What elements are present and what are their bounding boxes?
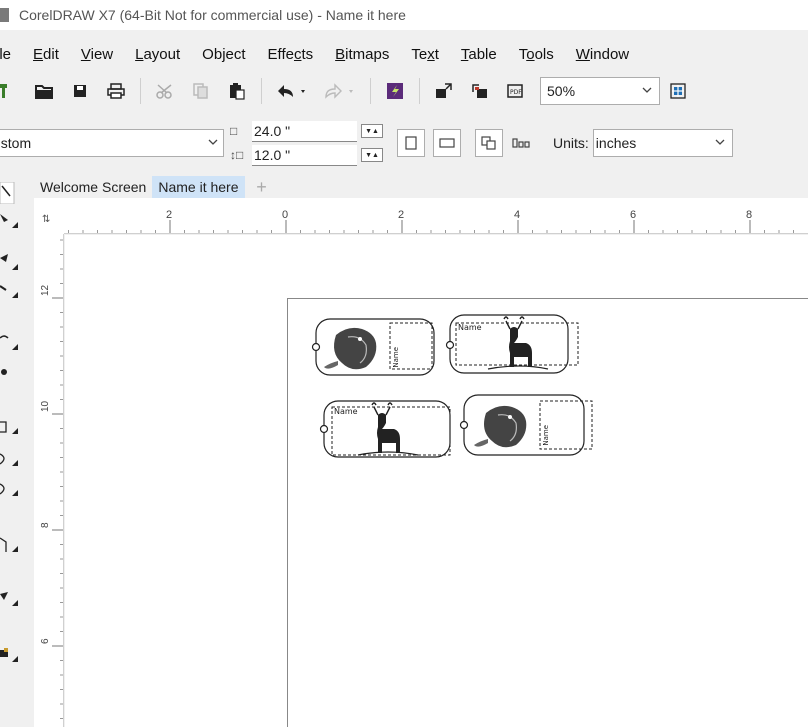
ruler-label: 6: [40, 638, 51, 644]
tag-name-text: Name: [334, 407, 358, 416]
landscape-orientation-button[interactable]: [433, 129, 461, 157]
freehand-tool-icon[interactable]: [0, 328, 34, 358]
open-icon[interactable]: [30, 77, 58, 105]
chevron-down-icon: [208, 139, 218, 145]
width-spinner[interactable]: ▼▲: [361, 124, 383, 138]
cut-icon[interactable]: [151, 77, 179, 105]
import-icon[interactable]: [430, 77, 458, 105]
toolbar-separator: [419, 78, 420, 104]
tag-shape[interactable]: Name: [314, 399, 454, 459]
rectangle-tool-icon[interactable]: [0, 412, 34, 442]
menu-item-edit[interactable]: Edit: [22, 46, 70, 63]
standard-toolbar: PDF 50%: [0, 72, 808, 110]
new-icon[interactable]: [0, 77, 22, 105]
ruler-label: 12: [40, 284, 51, 296]
window-title: CorelDRAW X7 (64-Bit Not for commercial …: [19, 7, 406, 23]
toolbox: [0, 172, 34, 727]
menu-item-tools[interactable]: Tools: [508, 46, 565, 63]
drawing-page: Name Name Name Name: [287, 298, 808, 727]
horizontal-ruler: 2 0 2 4 6 8: [34, 198, 808, 234]
current-page-size-icon[interactable]: [507, 129, 535, 157]
menu-item-effects[interactable]: Effects: [257, 46, 325, 63]
units-control: Units: inches: [553, 129, 733, 157]
zoom-tool-icon[interactable]: [0, 276, 34, 306]
units-label: Units:: [553, 135, 589, 151]
search-content-icon[interactable]: [381, 77, 409, 105]
ruler-label: 2: [398, 209, 404, 221]
drawing-canvas[interactable]: Name Name Name Name: [65, 235, 808, 727]
menu-item-ile[interactable]: ile: [0, 46, 22, 63]
menu-item-window[interactable]: Window: [565, 46, 640, 63]
paper-type-select[interactable]: ustom: [0, 129, 224, 157]
ruler-label: 10: [40, 400, 51, 412]
interactive-tool-icon[interactable]: [0, 584, 34, 614]
text-tool-icon[interactable]: [0, 530, 34, 560]
page-width-input[interactable]: 24.0 ": [252, 120, 357, 142]
export-icon[interactable]: [466, 77, 494, 105]
svg-text:⇅: ⇅: [42, 214, 50, 225]
chevron-down-icon: [715, 139, 725, 145]
zoom-level-select[interactable]: 50%: [540, 77, 660, 105]
ruler-label: 2: [166, 209, 172, 221]
menu-item-object[interactable]: Object: [191, 46, 256, 63]
save-icon[interactable]: [66, 77, 94, 105]
ruler-origin-corner[interactable]: ⇅: [34, 198, 64, 234]
ruler-label: 0: [282, 209, 288, 221]
tag-shape[interactable]: Name: [456, 393, 594, 457]
redo-icon[interactable]: [320, 77, 360, 105]
crop-tool-icon[interactable]: [0, 248, 34, 278]
ruler-label: 8: [746, 209, 752, 221]
full-screen-icon[interactable]: [664, 77, 692, 105]
toolbar-separator: [261, 78, 262, 104]
menu-bar: ileEditViewLayoutObjectEffectsBitmapsTex…: [0, 42, 808, 66]
property-bar: ustom □ 24.0 " ▼▲ ↕□ 12.0 " ▼▲ Units: in…: [0, 116, 808, 170]
tag-name-text: Name: [458, 323, 482, 332]
publish-pdf-icon[interactable]: PDF: [502, 77, 530, 105]
polygon-tool-icon[interactable]: [0, 474, 34, 504]
title-bar: CorelDRAW X7 (64-Bit Not for commercial …: [0, 0, 808, 30]
toolbar-separator: [140, 78, 141, 104]
tag-name-text: Name: [392, 347, 400, 368]
page-dimensions: □ 24.0 " ▼▲ ↕□ 12.0 " ▼▲: [230, 120, 383, 166]
shape-tool-icon[interactable]: [0, 206, 34, 236]
document-tabs: Welcome Screen Name it here +: [34, 176, 808, 198]
ruler-label: 6: [630, 209, 636, 221]
portrait-orientation-button[interactable]: [397, 129, 425, 157]
paste-icon[interactable]: [223, 77, 251, 105]
ellipse-tool-icon[interactable]: [0, 444, 34, 474]
tag-name-text: Name: [542, 425, 550, 446]
menu-item-layout[interactable]: Layout: [124, 46, 191, 63]
ruler-label: 4: [514, 209, 520, 221]
undo-icon[interactable]: [272, 77, 312, 105]
height-icon: ↕□: [230, 148, 244, 162]
app-icon: [0, 8, 9, 22]
units-select[interactable]: inches: [592, 129, 733, 157]
tab-welcome-screen[interactable]: Welcome Screen: [34, 176, 152, 198]
all-pages-size-button[interactable]: [475, 129, 503, 157]
paper-type-value: ustom: [0, 135, 32, 151]
toolbar-separator: [370, 78, 371, 104]
menu-item-table[interactable]: Table: [450, 46, 508, 63]
svg-text:PDF: PDF: [510, 89, 522, 96]
copy-icon[interactable]: [187, 77, 215, 105]
width-icon: □: [230, 124, 238, 138]
ruler-label: 8: [40, 522, 51, 528]
fill-tool-icon[interactable]: [0, 640, 34, 670]
height-spinner[interactable]: ▼▲: [361, 148, 383, 162]
menu-item-text[interactable]: Text: [400, 46, 450, 63]
vertical-ruler: 12 10 8 6: [34, 234, 64, 727]
menu-item-bitmaps[interactable]: Bitmaps: [324, 46, 400, 63]
menu-item-view[interactable]: View: [70, 46, 124, 63]
add-tab-icon[interactable]: +: [251, 176, 273, 198]
artistic-media-tool-icon[interactable]: [0, 356, 34, 386]
print-icon[interactable]: [102, 77, 130, 105]
chevron-down-icon: [642, 87, 652, 93]
tag-shape[interactable]: Name: [440, 313, 580, 375]
tab-name-it-here[interactable]: Name it here: [152, 176, 245, 198]
units-value: inches: [595, 135, 637, 151]
page-height-input[interactable]: 12.0 ": [252, 144, 357, 166]
pick-tool-icon[interactable]: [0, 178, 34, 208]
tag-shape[interactable]: Name: [308, 317, 436, 377]
zoom-level-value: 50%: [547, 83, 576, 99]
